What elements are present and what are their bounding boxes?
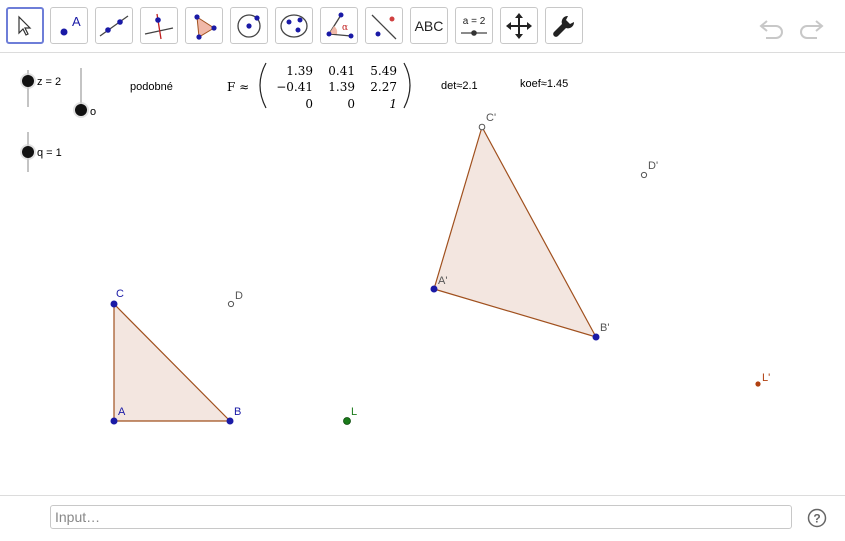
point-b-label: B [234, 406, 241, 418]
graphics-view[interactable]: z = 2 o q = 1 podobné F ≈ 1.39 0.41 5.49… [0, 53, 845, 495]
matrix-cell: 5.49 [370, 64, 397, 78]
point-a-label: A [118, 406, 126, 418]
reflect-about-line-icon [371, 14, 397, 39]
point-l-image-label: L' [762, 372, 770, 384]
matrix-cell: 0.41 [328, 64, 355, 78]
matrix-cell: 2.27 [370, 80, 397, 94]
slider-z-label: z = 2 [37, 76, 61, 88]
koef-text: koef≈1.45 [520, 78, 568, 90]
triangle-abc-image[interactable] [433, 125, 598, 338]
point-d-label: D [235, 290, 243, 302]
text-tool-label: ABC [414, 17, 444, 34]
undo-icon [759, 20, 783, 39]
point-c-image-label: C' [486, 112, 496, 124]
slider-tool[interactable]: a = 2 [455, 7, 493, 44]
redo-icon [800, 20, 824, 39]
point-c-image[interactable]: C' [478, 112, 496, 131]
move-tool[interactable] [6, 7, 44, 44]
slider-o-label: o [90, 106, 96, 118]
undo-button[interactable] [758, 12, 788, 42]
matrix-cell: 0 [305, 97, 313, 111]
slider-tool-label: a = 2 [463, 16, 486, 27]
input-field[interactable] [50, 505, 792, 529]
move-graphics-view-tool[interactable] [500, 7, 538, 44]
point-a[interactable]: A [110, 406, 127, 425]
slider-o[interactable]: o [73, 68, 96, 118]
matrix-cell: 1.39 [286, 64, 313, 78]
point-l-label: L [351, 406, 357, 418]
help-icon[interactable]: ? [807, 508, 827, 528]
slider-icon: a = 2 [461, 16, 487, 36]
slider-q[interactable]: q = 1 [20, 132, 62, 172]
perpendicular-line-icon [144, 13, 174, 39]
polygon-tool[interactable] [185, 7, 223, 44]
redo-button[interactable] [795, 12, 825, 42]
matrix-cell: 0 [347, 97, 355, 111]
point-c-label: C [116, 288, 124, 300]
line-through-two-points-icon [99, 14, 129, 37]
det-text: det≈2.1 [441, 80, 478, 92]
point-icon: A [60, 14, 81, 35]
similar-text: podobné [130, 81, 173, 93]
point-l-image[interactable]: L' [755, 372, 770, 387]
point-tool-label: A [72, 14, 81, 29]
reflect-tool[interactable] [365, 7, 403, 44]
angle-tool[interactable]: α [320, 7, 358, 44]
angle-icon: α [326, 12, 354, 38]
point-d-image[interactable]: D' [640, 160, 658, 179]
matrix-cell: 1.39 [328, 80, 355, 94]
point-l[interactable]: L [343, 406, 358, 425]
matrix-cell: −0.41 [276, 80, 313, 94]
circle-tool[interactable] [230, 7, 268, 44]
point-b-image-label: B' [600, 322, 609, 334]
wrench-icon [553, 15, 575, 37]
input-bar: ? [0, 495, 845, 541]
arrow-cursor-icon [18, 15, 32, 36]
text-tool[interactable]: ABC [410, 7, 448, 44]
toolbar: A α ABC a = 2 [0, 0, 845, 53]
angle-tool-label: α [342, 23, 348, 33]
point-c[interactable]: C [110, 288, 125, 308]
point-d-image-label: D' [648, 160, 658, 172]
point-a-image-label: A' [438, 275, 447, 287]
svg-text:?: ? [813, 512, 820, 526]
slider-z[interactable]: z = 2 [20, 70, 61, 107]
circle-with-center-icon [237, 13, 261, 38]
slider-q-label: q = 1 [37, 147, 62, 159]
perpendicular-line-tool[interactable] [140, 7, 178, 44]
point-tool[interactable]: A [50, 7, 88, 44]
point-d[interactable]: D [227, 290, 243, 308]
triangle-abc[interactable] [113, 302, 232, 422]
conic-tool[interactable] [275, 7, 313, 44]
matrix-cell: 1 [389, 97, 397, 111]
line-tool[interactable] [95, 7, 133, 44]
polygon-icon [194, 13, 217, 40]
matrix-name: F ≈ [227, 80, 249, 94]
ellipse-icon [280, 13, 308, 38]
matrix-text: F ≈ 1.39 0.41 5.49 −0.41 1.39 2.27 0 0 1 [227, 62, 411, 111]
point-b[interactable]: B [226, 406, 242, 425]
point-b-image[interactable]: B' [592, 322, 610, 341]
move-arrows-icon [506, 12, 532, 39]
settings-tool[interactable] [545, 7, 583, 44]
